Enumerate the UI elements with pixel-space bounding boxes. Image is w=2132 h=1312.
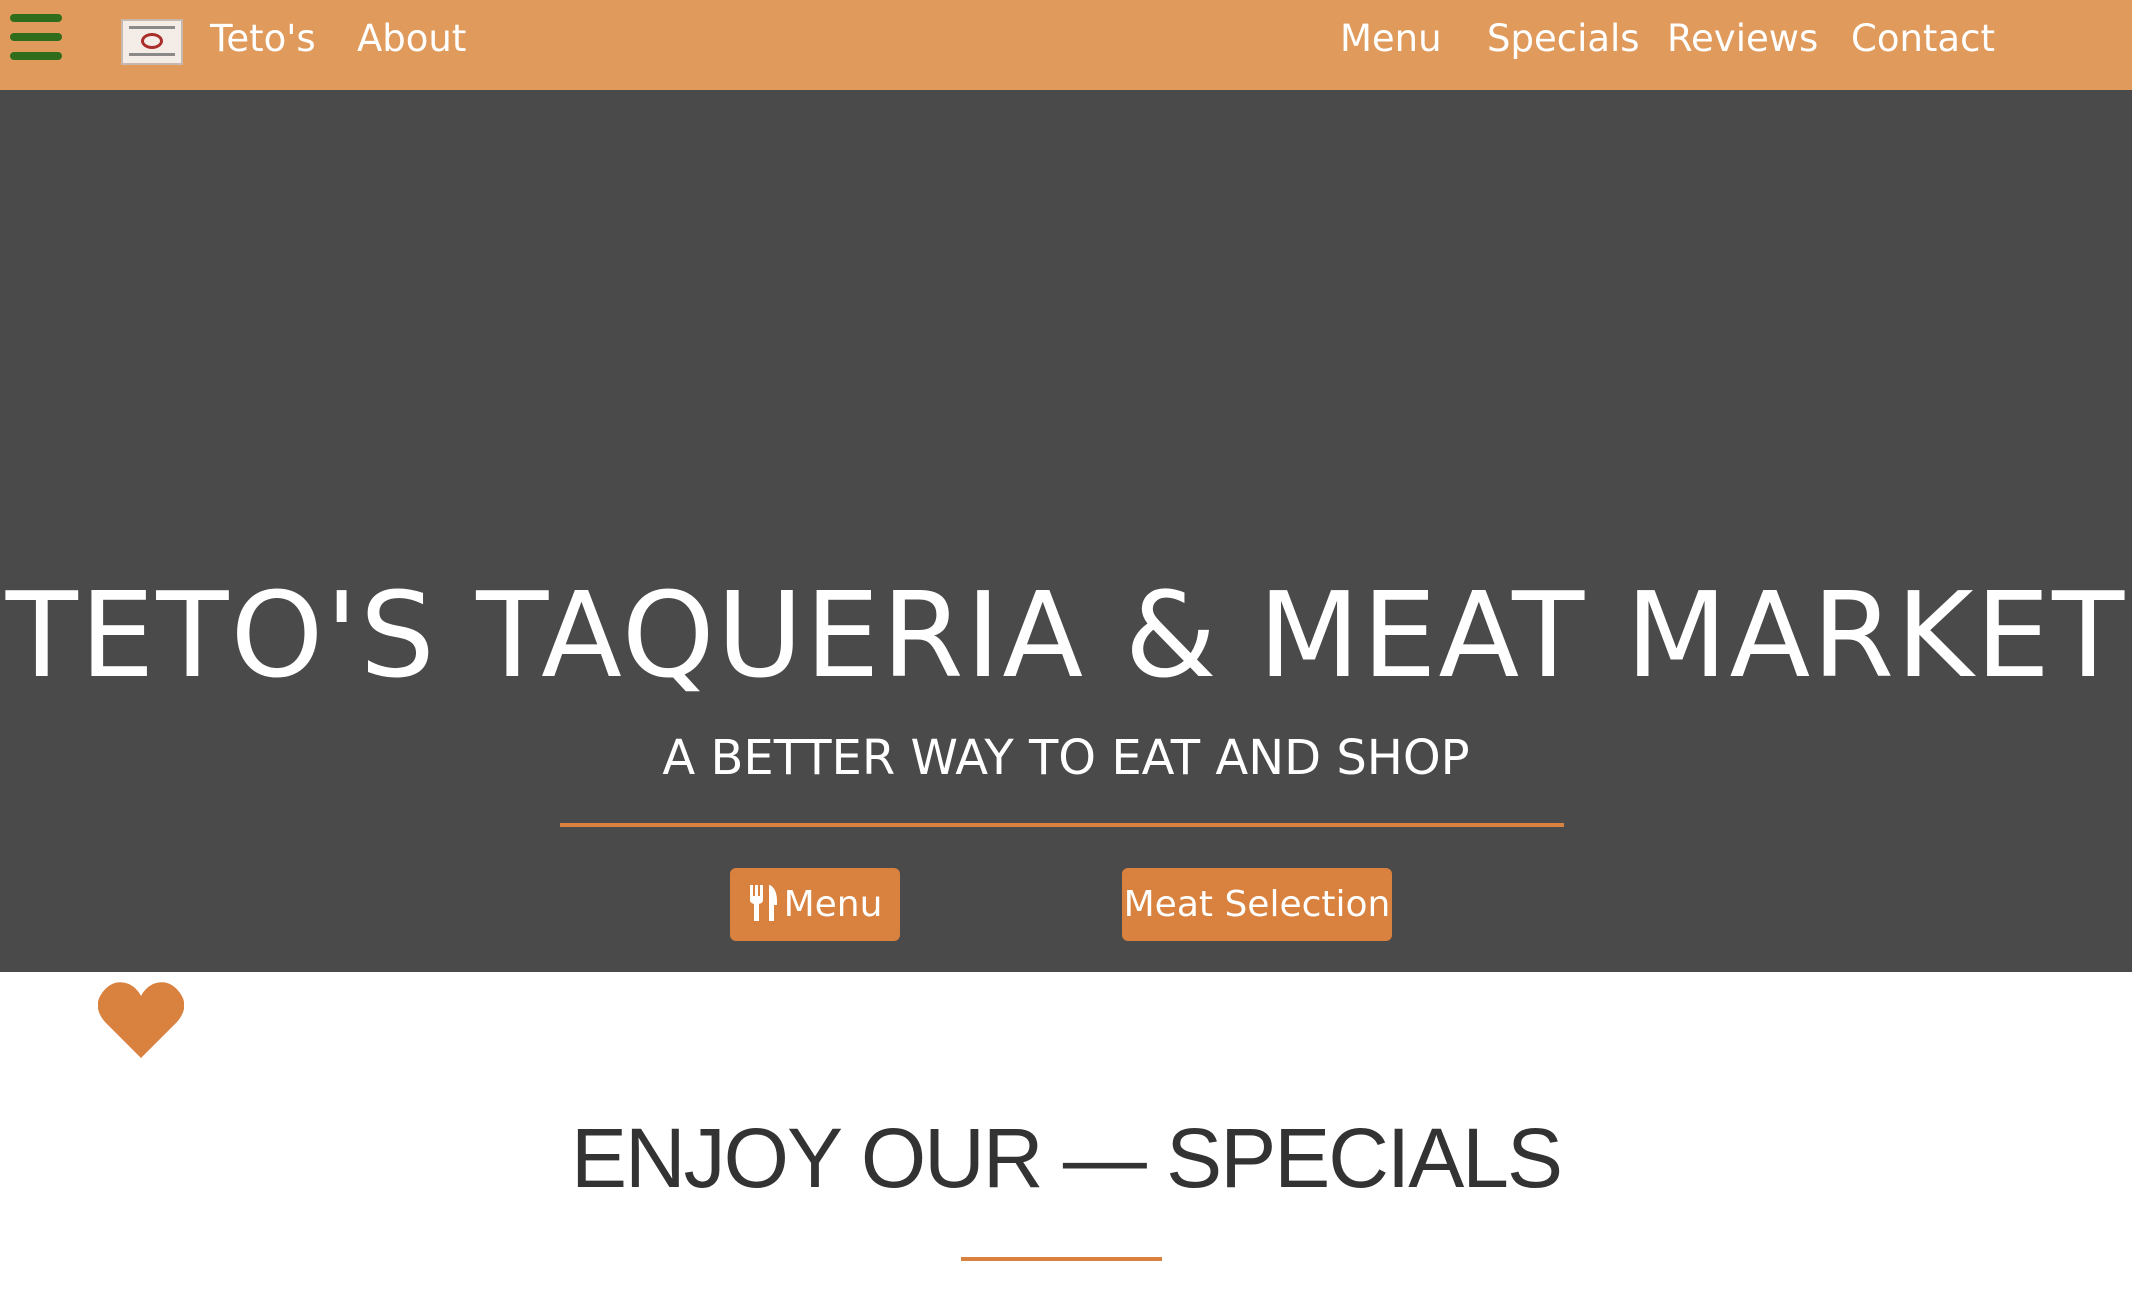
logo-stripe bbox=[129, 53, 175, 56]
hero-subtitle: A BETTER WAY TO EAT AND SHOP bbox=[662, 730, 1470, 786]
hamburger-bar bbox=[10, 33, 62, 41]
menu-button[interactable]: Menu bbox=[730, 868, 900, 941]
nav-link-brand[interactable]: Teto's bbox=[210, 16, 316, 62]
hamburger-bar bbox=[10, 14, 62, 22]
nav-link-reviews[interactable]: Reviews bbox=[1667, 16, 1818, 62]
hamburger-bar bbox=[10, 52, 62, 60]
top-navbar: Teto's About Menu Specials Reviews Conta… bbox=[0, 0, 2132, 90]
nav-link-contact[interactable]: Contact bbox=[1851, 16, 1995, 62]
heart-icon bbox=[98, 982, 184, 1058]
hero-title: TETO'S TAQUERIA & MEAT MARKET bbox=[5, 566, 2127, 704]
specials-divider bbox=[961, 1257, 1162, 1261]
utensils-icon bbox=[749, 885, 777, 921]
meat-selection-button[interactable]: Meat Selection bbox=[1122, 868, 1392, 941]
logo-stripe bbox=[129, 26, 175, 29]
nav-link-menu[interactable]: Menu bbox=[1340, 16, 1442, 62]
hero-banner bbox=[0, 90, 2132, 972]
specials-heading: ENJOY OUR — SPECIALS bbox=[570, 1111, 1563, 1205]
tetos-logo[interactable] bbox=[121, 19, 183, 65]
hamburger-menu-icon[interactable] bbox=[10, 14, 62, 60]
menu-button-label: Menu bbox=[783, 884, 883, 925]
hero-divider bbox=[560, 823, 1564, 827]
nav-link-about[interactable]: About bbox=[357, 16, 466, 62]
nav-link-specials[interactable]: Specials bbox=[1487, 16, 1640, 62]
logo-emblem bbox=[141, 33, 163, 49]
